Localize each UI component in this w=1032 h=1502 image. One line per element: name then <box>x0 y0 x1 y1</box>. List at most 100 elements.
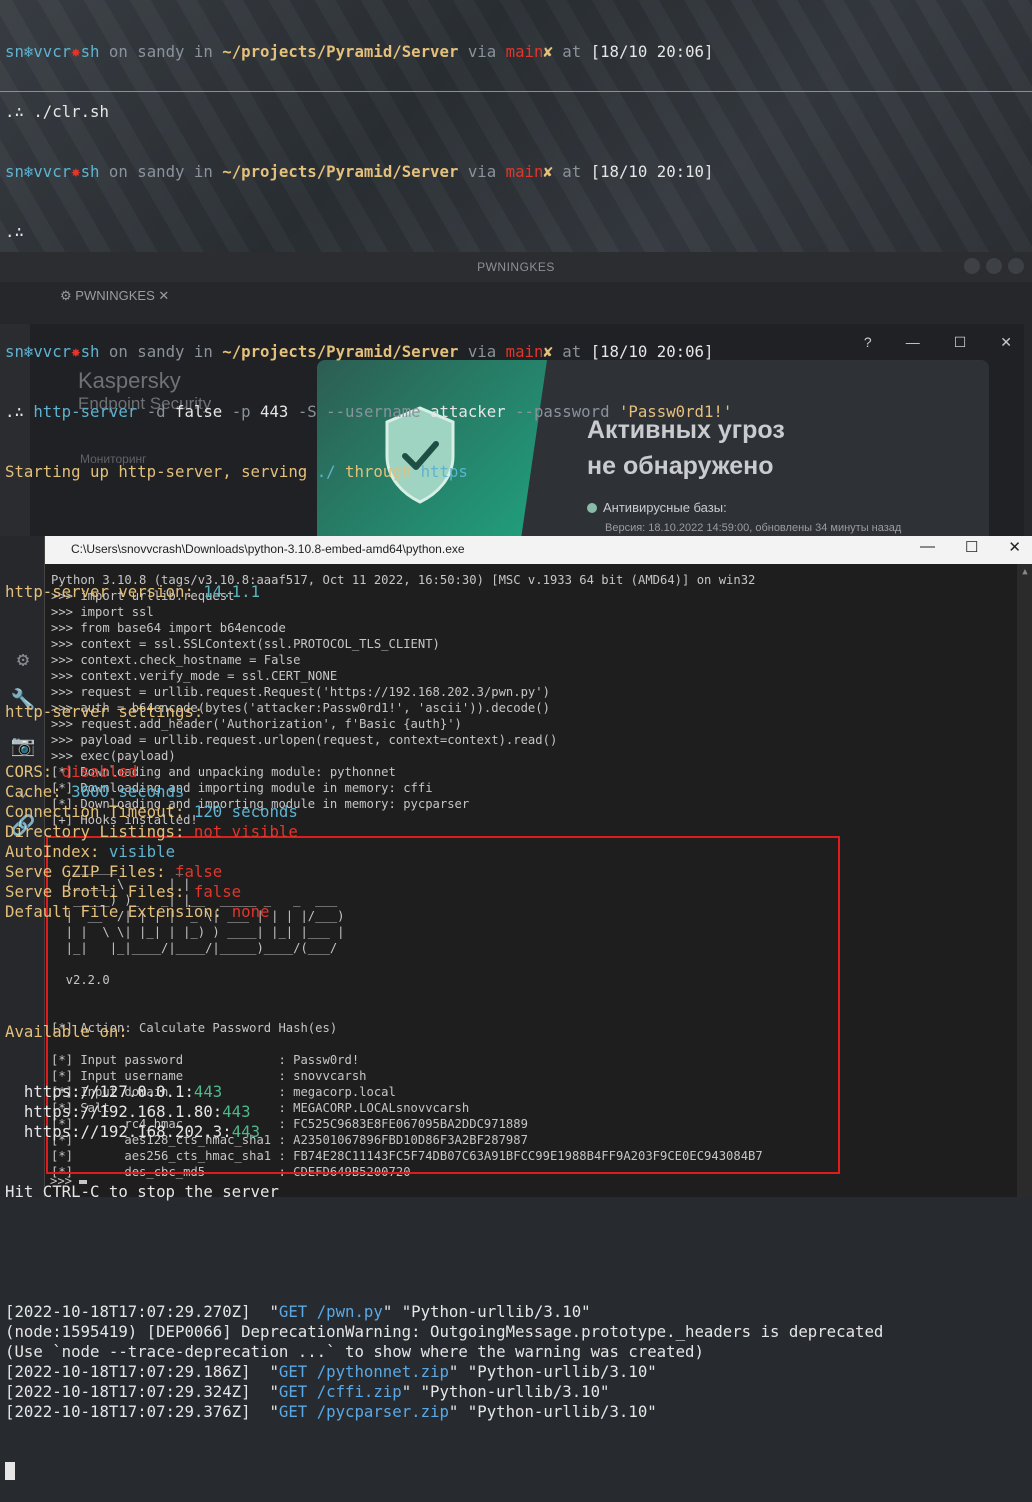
command: ./clr.sh <box>33 102 109 121</box>
setting-key: Directory Listings: <box>5 822 194 841</box>
setting-line: Serve GZIP Files: false <box>5 862 883 882</box>
request-log: [2022-10-18T17:07:29.270Z] "GET /pwn.py"… <box>5 1302 883 1422</box>
prompt-via: via <box>458 162 506 181</box>
log-line: (node:1595419) [DEP0066] DeprecationWarn… <box>5 1322 883 1342</box>
snowflake-icon: ❄ <box>23 42 34 61</box>
terminal-output[interactable]: sn❄vvcr✸sh on sandy in ~/projects/Pyrami… <box>5 2 883 1502</box>
prompt-time: [18/10 20:10] <box>590 162 714 181</box>
prompt-on: on <box>99 342 138 361</box>
prompt-on: on <box>99 162 138 181</box>
scrollbar[interactable]: ▲ <box>1017 564 1032 1197</box>
url-list: https://127.0.0.1:443 https://192.168.1.… <box>5 1082 883 1142</box>
log-line: (Use `node --trace-deprecation ...` to s… <box>5 1342 883 1362</box>
url-host[interactable]: https://127.0.0.1: <box>5 1082 194 1101</box>
prompt-machine: sandy <box>137 42 185 61</box>
maximize-button[interactable]: ☐ <box>965 538 978 556</box>
log-timestamp: (node:1595419) [DEP0066] DeprecationWarn… <box>5 1322 884 1341</box>
log-text: " <box>250 1362 279 1381</box>
log-text: " "Python-urllib/3.10" <box>401 1382 610 1401</box>
command-line: .∴ <box>5 222 883 242</box>
setting-value: not visible <box>193 822 298 841</box>
log-text: " <box>250 1302 279 1321</box>
url-line: https://192.168.1.80:443 <box>5 1102 883 1122</box>
prompt-in: in <box>184 342 223 361</box>
prompt-time: [18/10 20:06] <box>590 42 714 61</box>
prompt-arrow: .∴ <box>5 102 34 121</box>
prompt-path: ~/projects/Pyramid/Server <box>222 162 459 181</box>
prompt-time: [18/10 20:06] <box>590 342 714 361</box>
prompt-user: sn <box>5 342 24 361</box>
prompt-user-a: vvcr <box>33 42 72 61</box>
close-button[interactable]: ✕ <box>1000 334 1012 351</box>
prompt-line: sn❄vvcr✸sh on sandy in ~/projects/Pyrami… <box>5 342 883 362</box>
log-timestamp: [2022-10-18T17:07:29.270Z] <box>5 1302 251 1321</box>
log-text: " "Python-urllib/3.10" <box>382 1302 591 1321</box>
command-bin: http-server <box>33 402 138 421</box>
boom-icon: ✸ <box>71 342 81 361</box>
log-path: /cffi.zip <box>307 1382 402 1401</box>
prompt-at: at <box>552 162 591 181</box>
maximize-button[interactable]: ☐ <box>954 334 967 351</box>
close-button[interactable]: ✕ <box>1008 538 1021 556</box>
url-host[interactable]: https://192.168.1.80: <box>5 1102 222 1121</box>
prompt-user-b: sh <box>80 42 100 61</box>
log-timestamp: [2022-10-18T17:07:29.186Z] <box>5 1362 251 1381</box>
log-timestamp: [2022-10-18T17:07:29.376Z] <box>5 1402 251 1421</box>
setting-value: disabled <box>61 762 138 781</box>
setting-key: Serve GZIP Files: <box>5 862 176 881</box>
command-arg: --password <box>505 402 619 421</box>
prompt-dirty: ✘ <box>543 162 553 181</box>
minimize-button[interactable]: — <box>920 538 935 556</box>
setting-line: AutoIndex: visible <box>5 842 883 862</box>
output-text: Starting up http-server, serving <box>5 462 317 481</box>
setting-line: Cache: 3600 seconds <box>5 782 883 802</box>
prompt-user-a: vvcr <box>33 162 72 181</box>
prompt-machine: sandy <box>137 162 185 181</box>
url-line: https://127.0.0.1:443 <box>5 1082 883 1102</box>
url-port: 443 <box>222 1102 251 1121</box>
setting-value: visible <box>108 842 176 861</box>
output-line: http-server version: 14.1.1 <box>5 582 883 602</box>
prompt-machine: sandy <box>137 342 185 361</box>
boom-icon: ✸ <box>71 42 81 61</box>
titlebar-dots <box>964 258 1024 274</box>
command-arg: -S --username <box>288 402 431 421</box>
minimize-button[interactable]: — <box>906 334 920 351</box>
log-line: [2022-10-18T17:07:29.270Z] "GET /pwn.py"… <box>5 1302 883 1322</box>
command-value: attacker <box>430 402 506 421</box>
command-arg: -p <box>222 402 261 421</box>
dot-icon[interactable] <box>986 258 1002 274</box>
snowflake-icon: ❄ <box>23 162 34 181</box>
output-proto: https <box>420 462 468 481</box>
setting-value: false <box>175 862 223 881</box>
command-value: 443 <box>260 402 289 421</box>
log-text: " <box>250 1402 279 1421</box>
prompt-line: sn❄vvcr✸sh on sandy in ~/projects/Pyrami… <box>5 162 883 182</box>
dot-icon[interactable] <box>1008 258 1024 274</box>
setting-key: CORS: <box>5 762 62 781</box>
url-line: https://192.168.202.3:443 <box>5 1122 883 1142</box>
log-method: GET <box>278 1362 308 1381</box>
log-line: [2022-10-18T17:07:29.324Z] "GET /cffi.zi… <box>5 1382 883 1402</box>
prompt-line: sn❄vvcr✸sh on sandy in ~/projects/Pyrami… <box>5 42 883 62</box>
dot-icon[interactable] <box>964 258 980 274</box>
cursor <box>5 1462 15 1480</box>
prompt-path: ~/projects/Pyramid/Server <box>222 342 459 361</box>
prompt-in: in <box>184 162 223 181</box>
prompt-path: ~/projects/Pyramid/Server <box>222 42 459 61</box>
setting-key: Serve Brotli Files: <box>5 882 194 901</box>
prompt-dirty: ✘ <box>543 42 553 61</box>
setting-line: Default File Extension: none <box>5 902 883 922</box>
log-text: " "Python-urllib/3.10" <box>448 1402 657 1421</box>
setting-key: Cache: <box>5 782 72 801</box>
command-line: .∴ ./clr.sh <box>5 102 883 122</box>
output-text: Available on: <box>5 1022 128 1041</box>
scroll-up-icon[interactable]: ▲ <box>1017 564 1032 580</box>
log-timestamp: [2022-10-18T17:07:29.324Z] <box>5 1382 251 1401</box>
prompt-on: on <box>99 42 138 61</box>
url-host[interactable]: https://192.168.202.3: <box>5 1122 232 1141</box>
command-line: .∴ http-server -d false -p 443 -S --user… <box>5 402 883 422</box>
